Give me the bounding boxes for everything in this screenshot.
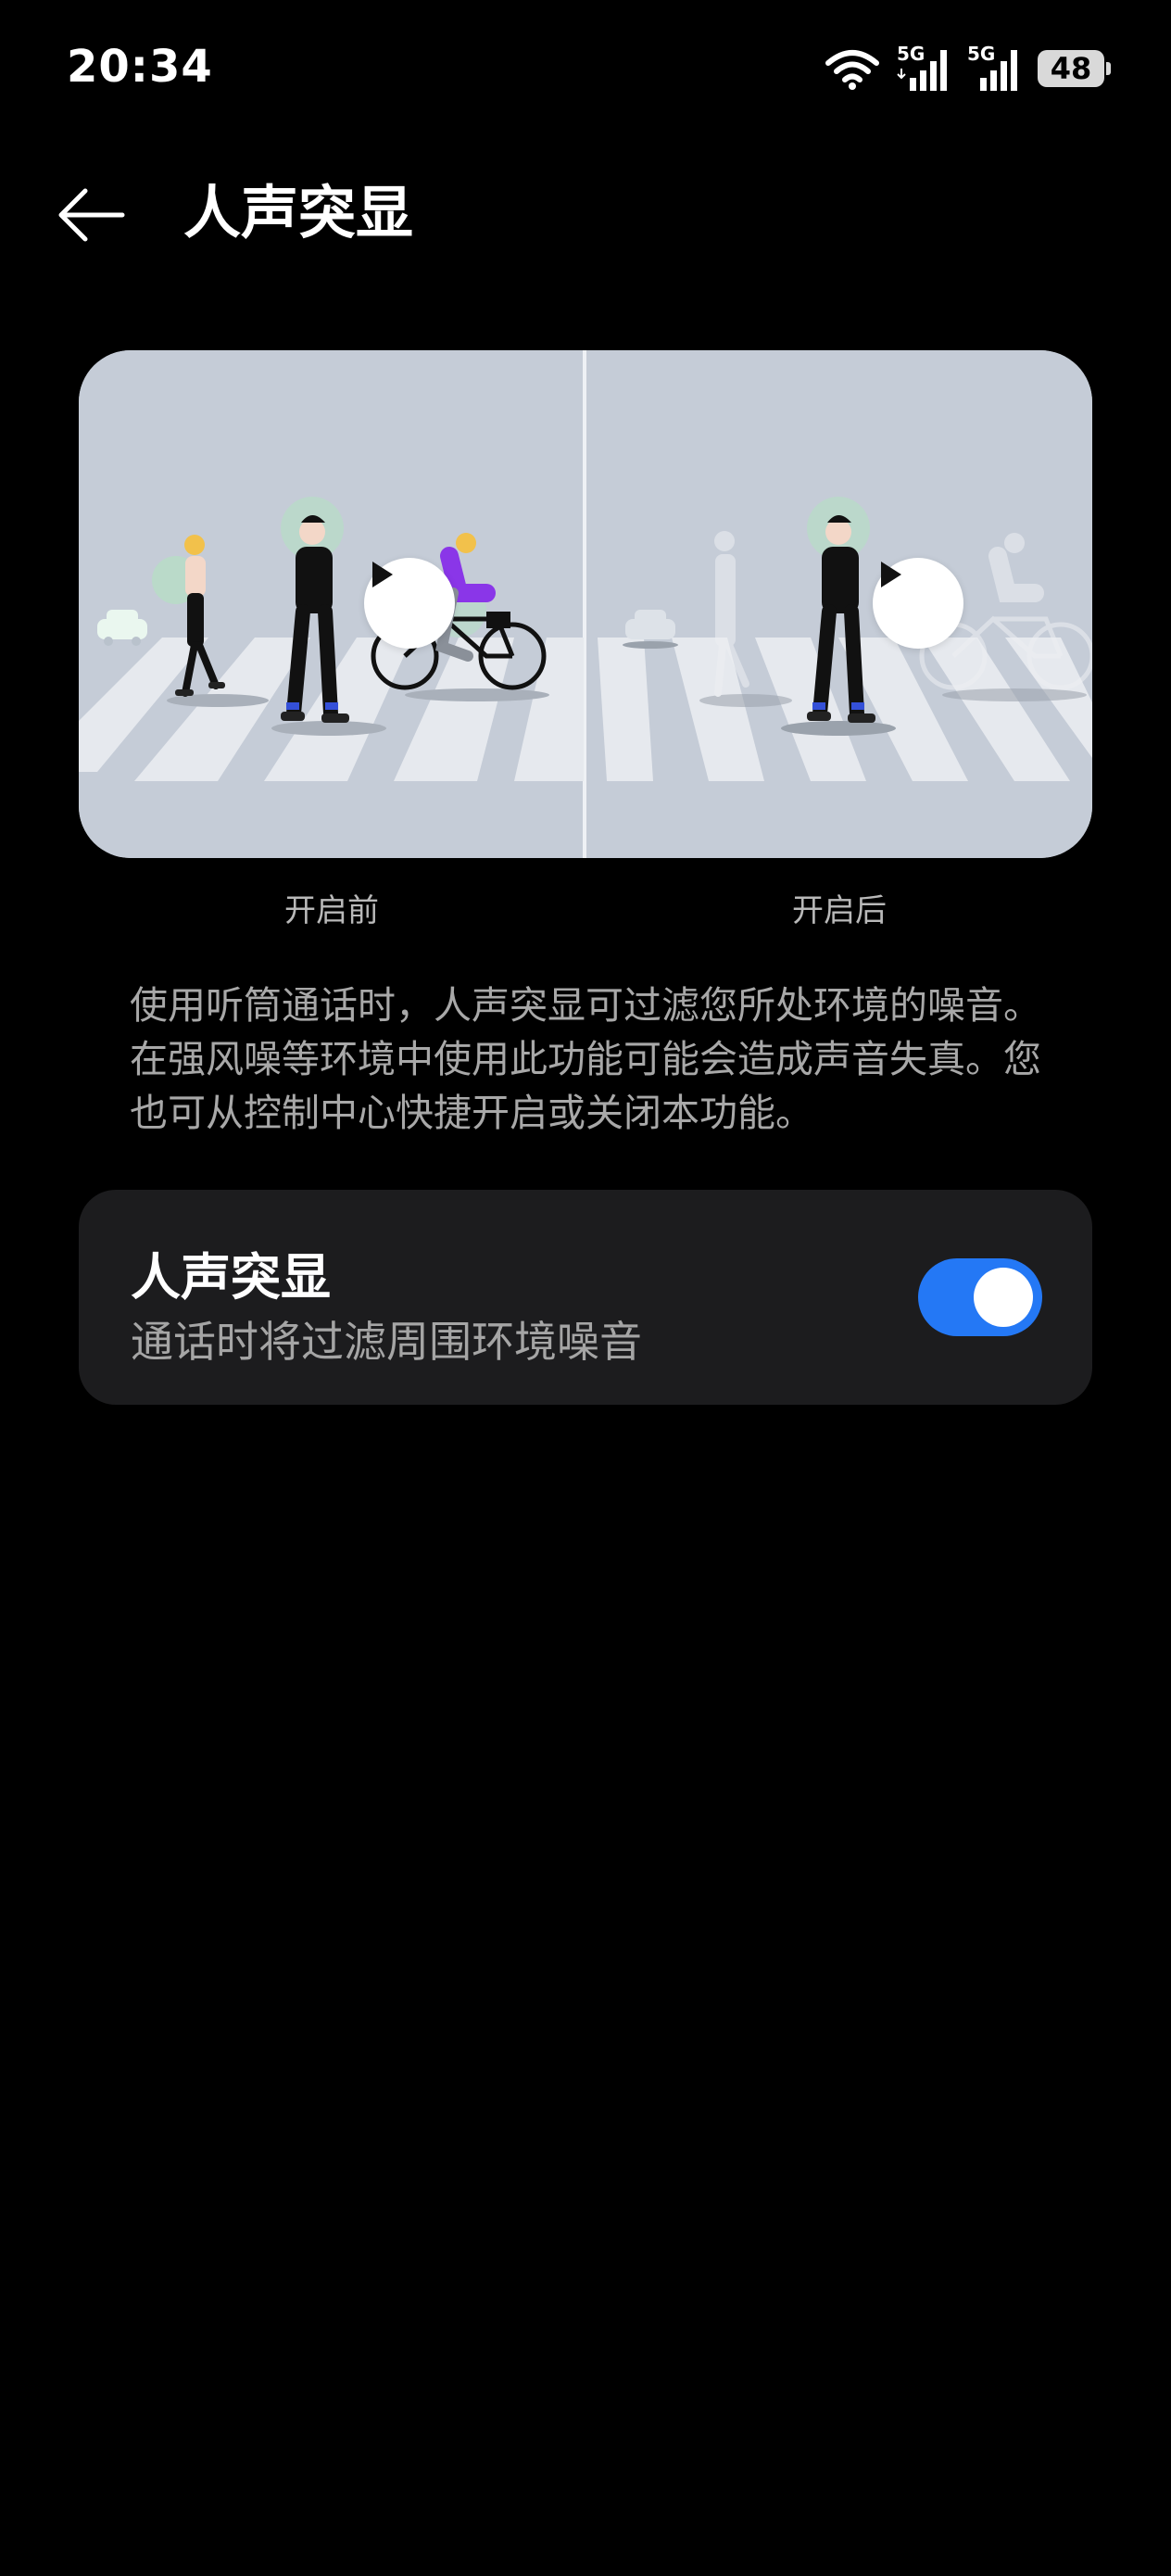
signal-sim1-icon: 5G [897, 43, 951, 93]
caption-before: 开启前 [284, 892, 379, 929]
back-button[interactable] [46, 170, 135, 259]
setting-title: 人声突显 [131, 1248, 331, 1307]
caption-after: 开启后 [792, 892, 887, 929]
wifi-icon [825, 50, 879, 90]
play-icon [372, 562, 393, 587]
battery-icon: 48 [1038, 50, 1111, 87]
play-after-button[interactable] [873, 558, 963, 649]
sim2-network-label: 5G [967, 43, 996, 65]
before-after-illustration [79, 350, 1092, 858]
voice-isolation-toggle[interactable] [918, 1258, 1042, 1336]
back-arrow-icon [58, 188, 125, 242]
voice-isolation-setting[interactable]: 人声突显 通话时将过滤周围环境噪音 [79, 1190, 1092, 1405]
play-icon [881, 562, 901, 587]
page-title: 人声突显 [183, 179, 414, 246]
battery-level: 48 [1050, 51, 1092, 86]
sim1-network-label: 5G [897, 43, 925, 65]
play-before-button[interactable] [364, 558, 455, 649]
status-time: 20:34 [67, 41, 213, 93]
setting-subtitle: 通话时将过滤周围环境噪音 [131, 1317, 642, 1367]
status-icons: 5G 5G 48 [825, 43, 1111, 95]
feature-description: 使用听筒通话时，人声突显可过滤您所处环境的噪音。在强风噪等环境中使用此功能可能会… [130, 983, 1041, 1135]
status-bar: 20:34 5G 5G 48 [0, 0, 1171, 139]
toggle-knob [974, 1268, 1033, 1327]
signal-sim2-icon: 5G [967, 43, 1021, 93]
